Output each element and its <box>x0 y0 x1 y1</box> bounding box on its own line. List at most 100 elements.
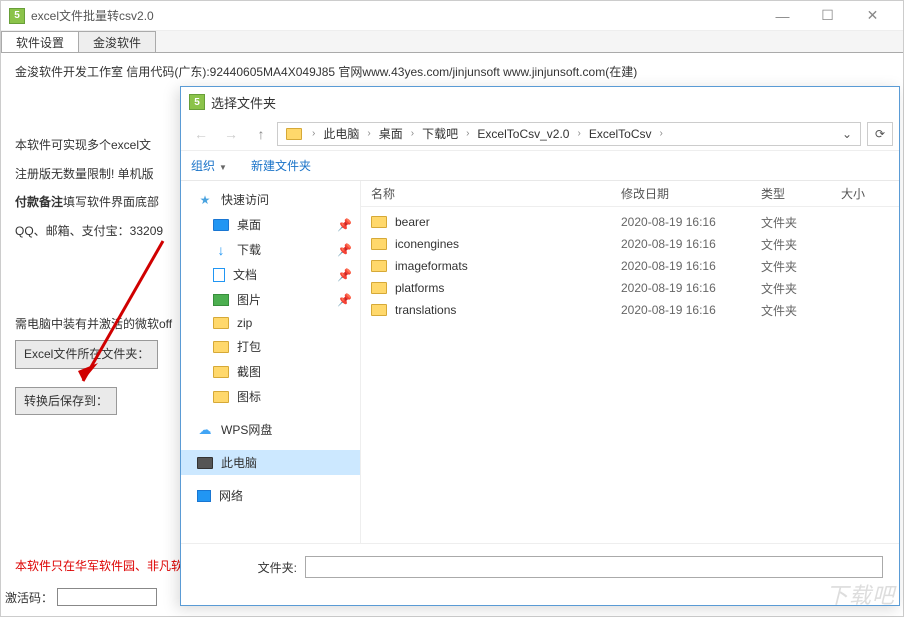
breadcrumb-item[interactable]: ExcelToCsv_v2.0 <box>475 127 571 141</box>
nav-forward-button[interactable]: → <box>217 122 245 146</box>
organize-menu[interactable]: 组织▼ <box>191 157 227 174</box>
chevron-right-icon: › <box>361 128 376 139</box>
file-date: 2020-08-19 16:16 <box>621 237 761 251</box>
tab-settings[interactable]: 软件设置 <box>1 31 79 52</box>
download-icon: ↓ <box>213 243 229 257</box>
credit-line: 金浚软件开发工作室 信用代码(广东):92440605MA4X049J85 官网… <box>15 61 889 84</box>
file-name: platforms <box>395 281 444 295</box>
main-window: 5 excel文件批量转csv2.0 — ☐ ✕ 软件设置 金浚软件 金浚软件开… <box>0 0 904 617</box>
breadcrumb-dropdown[interactable]: ⌄ <box>838 127 856 141</box>
tree-wps[interactable]: ☁WPS网盘 <box>181 417 360 442</box>
col-date[interactable]: 修改日期 <box>621 185 761 202</box>
tree-zip[interactable]: zip <box>181 312 360 334</box>
close-button[interactable]: ✕ <box>850 1 895 30</box>
tab-jinjun[interactable]: 金浚软件 <box>78 31 156 52</box>
file-type: 文件夹 <box>761 214 841 231</box>
breadcrumb-item[interactable]: 桌面 <box>377 125 405 142</box>
file-type: 文件夹 <box>761 280 841 297</box>
tree-this-pc[interactable]: 此电脑 <box>181 450 360 475</box>
dialog-organize-toolbar: 组织▼ 新建文件夹 <box>181 151 899 181</box>
breadcrumb-item[interactable]: 下载吧 <box>420 125 460 142</box>
nav-back-button[interactable]: ← <box>187 122 215 146</box>
file-row[interactable]: translations 2020-08-19 16:16文件夹 <box>361 299 899 321</box>
nav-up-button[interactable]: ↑ <box>247 122 275 146</box>
dialog-titlebar: 5 选择文件夹 <box>181 87 899 117</box>
pictures-icon <box>213 294 229 306</box>
footer-label: 文件夹: <box>197 556 297 576</box>
folder-icon <box>213 317 229 329</box>
source-folder-button[interactable]: Excel文件所在文件夹： <box>15 340 158 369</box>
refresh-button[interactable]: ⟳ <box>867 122 893 146</box>
file-type: 文件夹 <box>761 258 841 275</box>
file-type: 文件夹 <box>761 302 841 319</box>
chevron-right-icon: › <box>571 128 586 139</box>
desktop-icon <box>213 219 229 231</box>
file-type: 文件夹 <box>761 236 841 253</box>
file-name: iconengines <box>395 237 459 251</box>
chevron-right-icon: › <box>654 128 669 139</box>
col-type[interactable]: 类型 <box>761 185 841 202</box>
file-date: 2020-08-19 16:16 <box>621 303 761 317</box>
folder-icon <box>213 341 229 353</box>
chevron-right-icon: › <box>306 128 321 139</box>
file-date: 2020-08-19 16:16 <box>621 259 761 273</box>
tree-desktop[interactable]: 桌面📌 <box>181 212 360 237</box>
save-folder-button[interactable]: 转换后保存到： <box>15 387 117 416</box>
file-name: imageformats <box>395 259 468 273</box>
pin-icon: 📌 <box>337 268 352 282</box>
tree-pack[interactable]: 打包 <box>181 334 360 359</box>
star-icon: ★ <box>197 193 213 207</box>
pc-icon <box>197 457 213 469</box>
file-date: 2020-08-19 16:16 <box>621 215 761 229</box>
folder-icon <box>371 304 387 316</box>
activation-input[interactable] <box>57 588 157 606</box>
chevron-right-icon: › <box>405 128 420 139</box>
minimize-button[interactable]: — <box>760 1 805 30</box>
bottom-notice: 本软件只在华军软件园、非凡软 <box>15 557 183 574</box>
file-name: bearer <box>395 215 430 229</box>
new-folder-button[interactable]: 新建文件夹 <box>251 157 311 174</box>
col-size[interactable]: 大小 <box>841 185 899 202</box>
main-titlebar: 5 excel文件批量转csv2.0 — ☐ ✕ <box>1 1 903 31</box>
breadcrumb[interactable]: › 此电脑 › 桌面 › 下载吧 › ExcelToCsv_v2.0 › Exc… <box>277 122 861 146</box>
app-icon: 5 <box>9 8 25 24</box>
file-list-header: 名称 修改日期 类型 大小 <box>361 181 899 207</box>
file-row[interactable]: platforms 2020-08-19 16:16文件夹 <box>361 277 899 299</box>
tree-documents[interactable]: 文档📌 <box>181 262 360 287</box>
folder-dialog: 5 选择文件夹 ← → ↑ › 此电脑 › 桌面 › 下载吧 › ExcelTo… <box>180 86 900 606</box>
activation-row: 激活码： <box>5 588 157 606</box>
pin-icon: 📌 <box>337 218 352 232</box>
breadcrumb-item[interactable]: ExcelToCsv <box>587 127 654 141</box>
file-row[interactable]: bearer 2020-08-19 16:16文件夹 <box>361 211 899 233</box>
window-title: excel文件批量转csv2.0 <box>31 7 760 24</box>
tree-screenshot[interactable]: 截图 <box>181 359 360 384</box>
file-row[interactable]: iconengines 2020-08-19 16:16文件夹 <box>361 233 899 255</box>
tree-downloads[interactable]: ↓下载📌 <box>181 237 360 262</box>
col-name[interactable]: 名称 <box>371 185 621 202</box>
folder-icon <box>213 366 229 378</box>
pin-icon: 📌 <box>337 293 352 307</box>
maximize-button[interactable]: ☐ <box>805 1 850 30</box>
dialog-title: 选择文件夹 <box>211 93 891 112</box>
dialog-footer: 文件夹: <box>181 543 899 605</box>
file-name: translations <box>395 303 456 317</box>
activation-label: 激活码： <box>5 589 53 606</box>
file-row[interactable]: imageformats 2020-08-19 16:16文件夹 <box>361 255 899 277</box>
tree-pictures[interactable]: 图片📌 <box>181 287 360 312</box>
tree-quick-access[interactable]: ★快速访问 <box>181 187 360 212</box>
main-tabs: 软件设置 金浚软件 <box>1 31 903 53</box>
breadcrumb-item[interactable]: 此电脑 <box>321 125 361 142</box>
folder-icon <box>213 391 229 403</box>
tree-icons[interactable]: 图标 <box>181 384 360 409</box>
breadcrumb-folder-icon <box>286 128 302 140</box>
chevron-right-icon: › <box>460 128 475 139</box>
folder-icon <box>371 238 387 250</box>
folder-icon <box>371 260 387 272</box>
pin-icon: 📌 <box>337 243 352 257</box>
tree-network[interactable]: 网络 <box>181 483 360 508</box>
folder-icon <box>371 216 387 228</box>
file-date: 2020-08-19 16:16 <box>621 281 761 295</box>
folder-icon <box>371 282 387 294</box>
file-list-area: 名称 修改日期 类型 大小 bearer2020-08-19 16:16文件夹i… <box>361 181 899 543</box>
folder-name-input[interactable] <box>305 556 883 578</box>
